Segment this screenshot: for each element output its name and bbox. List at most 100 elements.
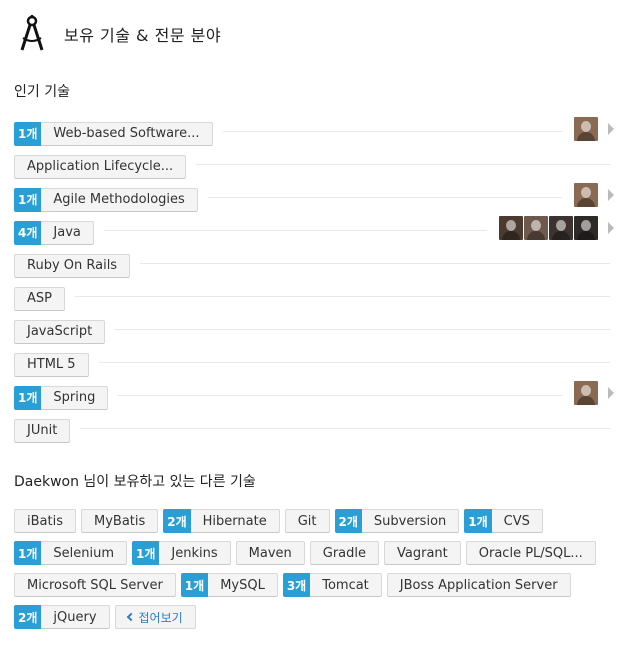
skill-label[interactable]: Jenkins [159,541,231,565]
endorsement-count-badge[interactable]: 2개 [14,605,42,629]
skill-tag[interactable]: 2개 Subversion [334,509,460,533]
skill-label[interactable]: Application Lifecycle... [14,154,187,179]
chevron-right-icon[interactable] [608,387,614,399]
skill-row: JUnit [14,414,616,447]
row-divider [115,329,610,330]
endorsement-count-badge[interactable]: 1개 [464,509,492,533]
compass-icon [20,15,44,51]
skill-tag[interactable]: 1개 Web-based Software... [14,121,213,146]
skill-tag[interactable]: Oracle PL/SQL... [465,541,596,565]
section-header: 보유 기술 & 전문 분야 [14,14,221,54]
endorsement-count-badge[interactable]: 1개 [132,541,160,565]
skill-label[interactable]: Oracle PL/SQL... [465,541,596,565]
skill-label[interactable]: iBatis [14,509,76,533]
skill-tag[interactable]: Vagrant [384,541,461,565]
skill-tag[interactable]: 1개 Selenium [14,541,128,565]
skill-label[interactable]: HTML 5 [14,352,89,377]
chevron-right-icon[interactable] [608,189,614,201]
skill-tag[interactable]: 2개 jQuery [14,605,110,629]
skill-label[interactable]: MySQL [208,573,278,597]
skill-tag[interactable]: 1개 Spring [14,385,109,410]
skill-label[interactable]: ASP [14,286,65,311]
endorser-avatars [568,381,598,405]
chevron-left-icon [126,612,135,622]
endorsement-count-badge[interactable]: 3개 [282,573,311,597]
row-divider [196,164,610,165]
skill-label[interactable]: Vagrant [384,541,461,565]
skill-label[interactable]: JavaScript [14,319,106,344]
skill-tag[interactable]: 1개 Jenkins [132,541,231,565]
skill-label[interactable]: JBoss Application Server [386,573,571,597]
skill-row: 1개 Agile Methodologies [14,183,616,216]
endorsement-count-badge[interactable]: 2개 [334,509,362,533]
avatar[interactable] [574,183,598,207]
skill-row: 4개 Java [14,216,616,249]
skill-tag[interactable]: iBatis [14,509,76,533]
skill-label[interactable]: Spring [41,385,109,410]
skill-label[interactable]: Agile Methodologies [41,187,198,212]
skill-label[interactable]: Selenium [41,541,128,565]
other-skills-heading: Daekwon 님이 보유하고 있는 다른 기술 [14,474,256,490]
popular-skills-list: 1개 Web-based Software... Application Lifec… [14,117,616,447]
endorsement-count-badge[interactable]: 4개 [14,220,42,245]
skill-tag[interactable]: 4개 Java [14,220,94,245]
avatar[interactable] [524,216,548,240]
skill-label[interactable]: MyBatis [80,509,159,533]
skill-tag[interactable]: 1개 Agile Methodologies [14,187,198,212]
skill-label[interactable]: Ruby On Rails [14,253,131,278]
skill-tag[interactable]: JBoss Application Server [386,573,571,597]
skill-row: HTML 5 [14,348,616,381]
skill-tag[interactable]: 1개 MySQL [180,573,278,597]
skill-tag[interactable]: 1개 CVS [464,509,543,533]
row-divider [75,296,610,297]
skill-tag[interactable]: MyBatis [80,509,159,533]
skill-label[interactable]: Gradle [309,541,380,565]
row-divider [140,263,610,264]
skill-label[interactable]: Hibernate [190,509,280,533]
avatar[interactable] [499,216,523,240]
endorsement-count-badge[interactable]: 1개 [14,121,42,146]
skill-tag[interactable]: 2개 Hibernate [163,509,280,533]
endorsement-count-badge[interactable]: 1개 [14,385,42,410]
row-divider [118,395,562,396]
skill-tag[interactable]: Microsoft SQL Server [14,573,176,597]
skill-label[interactable]: Subversion [361,509,460,533]
skill-tag[interactable]: 3개 Tomcat [282,573,382,597]
chevron-right-icon[interactable] [608,123,614,135]
skill-label[interactable]: Microsoft SQL Server [14,573,176,597]
endorsement-count-badge[interactable]: 2개 [163,509,191,533]
endorser-avatars [568,183,598,207]
skill-label[interactable]: Web-based Software... [41,121,213,146]
avatar[interactable] [574,117,598,141]
avatar[interactable] [549,216,573,240]
chevron-right-icon[interactable] [608,222,614,234]
endorsement-count-badge[interactable]: 1개 [180,573,209,597]
avatar[interactable] [574,216,598,240]
skill-label[interactable]: Java [41,220,94,245]
skill-label[interactable]: JUnit [14,418,71,443]
skill-tag[interactable]: JUnit [14,418,71,443]
collapse-label: 접어보기 [138,610,183,625]
skill-tag[interactable]: JavaScript [14,319,106,344]
skill-tag[interactable]: ASP [14,286,65,311]
skill-tag[interactable]: Ruby On Rails [14,253,131,278]
popular-skills-heading: 인기 기술 [14,84,70,100]
skill-label[interactable]: Git [284,509,330,533]
skill-label[interactable]: CVS [491,509,543,533]
row-divider [104,230,487,231]
skill-row: 1개 Spring [14,381,616,414]
skill-tag[interactable]: Maven [235,541,305,565]
skill-tag[interactable]: Git [284,509,330,533]
endorsement-count-badge[interactable]: 1개 [14,541,42,565]
skill-tag[interactable]: Application Lifecycle... [14,154,187,179]
collapse-button[interactable]: 접어보기 [114,605,196,629]
skill-label[interactable]: Maven [235,541,305,565]
skill-row: Application Lifecycle... [14,150,616,183]
skill-label[interactable]: Tomcat [310,573,382,597]
endorsement-count-badge[interactable]: 1개 [14,187,42,212]
skill-tag[interactable]: Gradle [309,541,380,565]
endorser-avatars [493,216,598,240]
skill-label[interactable]: jQuery [41,605,110,629]
avatar[interactable] [574,381,598,405]
skill-tag[interactable]: HTML 5 [14,352,89,377]
